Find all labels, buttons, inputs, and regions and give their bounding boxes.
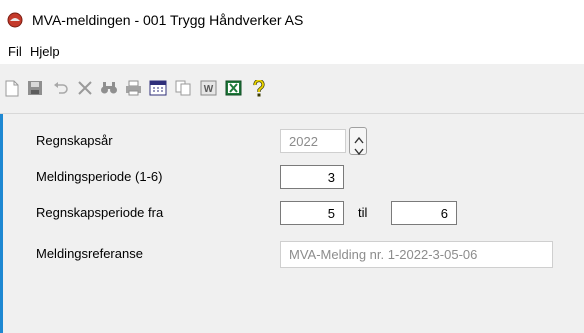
menu-file[interactable]: Fil	[8, 44, 22, 59]
menu-bar: Fil Hjelp	[0, 40, 584, 64]
save-icon[interactable]	[26, 79, 44, 97]
find-icon[interactable]	[100, 79, 118, 97]
svg-text:W: W	[203, 84, 213, 95]
accounting-period-from-field[interactable]: 5	[280, 201, 344, 225]
toolbar-separator	[0, 113, 584, 114]
application-window: MVA-meldingen - 001 Trygg Håndverker AS …	[0, 0, 584, 333]
new-document-icon[interactable]	[3, 79, 21, 97]
accounting-period-to-label: til	[358, 205, 368, 220]
accounting-period-from-label: Regnskapsperiode fra	[36, 205, 164, 220]
reference-label: Meldingsreferanse	[36, 246, 143, 261]
accounting-period-to-field[interactable]: 6	[391, 201, 457, 225]
fiscal-year-field[interactable]: 2022	[280, 129, 346, 153]
fiscal-year-spinner[interactable]	[349, 127, 367, 156]
reference-field[interactable]: MVA-Melding nr. 1-2022-3-05-06	[280, 241, 553, 268]
delete-icon[interactable]	[76, 79, 94, 97]
app-icon	[7, 12, 23, 28]
calendar-icon[interactable]	[149, 79, 167, 97]
toolbar: W	[0, 64, 584, 114]
fiscal-year-label: Regnskapsår	[36, 133, 113, 148]
menu-help[interactable]: Hjelp	[30, 44, 60, 59]
print-icon[interactable]	[124, 79, 142, 97]
word-icon[interactable]: W	[199, 79, 217, 97]
reporting-period-field[interactable]: 3	[280, 165, 344, 189]
window-title: MVA-meldingen - 001 Trygg Håndverker AS	[32, 12, 304, 28]
undo-icon[interactable]	[52, 79, 70, 97]
spin-up-icon[interactable]	[354, 131, 364, 144]
title-bar: MVA-meldingen - 001 Trygg Håndverker AS	[0, 0, 584, 40]
spin-down-icon[interactable]	[354, 143, 364, 156]
copy-icon[interactable]	[174, 79, 192, 97]
reporting-period-label: Meldingsperiode (1-6)	[36, 169, 163, 184]
help-icon[interactable]	[250, 79, 268, 97]
excel-icon[interactable]	[224, 79, 242, 97]
